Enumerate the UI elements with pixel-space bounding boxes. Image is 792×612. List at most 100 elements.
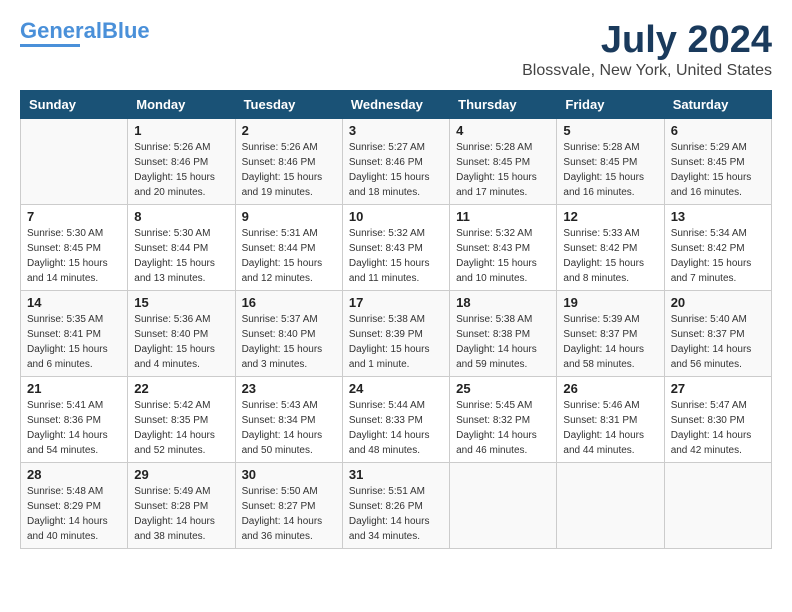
calendar-cell: 2 Sunrise: 5:26 AM Sunset: 8:46 PM Daylig… <box>235 118 342 204</box>
week-row-2: 7 Sunrise: 5:30 AM Sunset: 8:45 PM Daylig… <box>21 204 772 290</box>
day-number: 13 <box>671 209 765 224</box>
day-number: 4 <box>456 123 550 138</box>
header-day-sunday: Sunday <box>21 90 128 118</box>
calendar-cell: 4 Sunrise: 5:28 AM Sunset: 8:45 PM Daylig… <box>450 118 557 204</box>
day-number: 5 <box>563 123 657 138</box>
day-info: Sunrise: 5:34 AM Sunset: 8:42 PM Dayligh… <box>671 226 765 286</box>
calendar-cell: 29 Sunrise: 5:49 AM Sunset: 8:28 PM Dayli… <box>128 462 235 548</box>
calendar-cell: 8 Sunrise: 5:30 AM Sunset: 8:44 PM Daylig… <box>128 204 235 290</box>
calendar-cell <box>557 462 664 548</box>
day-number: 26 <box>563 381 657 396</box>
day-number: 8 <box>134 209 228 224</box>
header-day-wednesday: Wednesday <box>342 90 449 118</box>
day-number: 2 <box>242 123 336 138</box>
day-info: Sunrise: 5:48 AM Sunset: 8:29 PM Dayligh… <box>27 484 121 544</box>
day-info: Sunrise: 5:46 AM Sunset: 8:31 PM Dayligh… <box>563 398 657 458</box>
calendar-cell: 9 Sunrise: 5:31 AM Sunset: 8:44 PM Daylig… <box>235 204 342 290</box>
day-number: 20 <box>671 295 765 310</box>
week-row-3: 14 Sunrise: 5:35 AM Sunset: 8:41 PM Dayli… <box>21 290 772 376</box>
week-row-1: 1Sunrise: 5:26 AM Sunset: 8:46 PM Daylig… <box>21 118 772 204</box>
location-title: Blossvale, New York, United States <box>522 62 772 80</box>
day-info: Sunrise: 5:47 AM Sunset: 8:30 PM Dayligh… <box>671 398 765 458</box>
day-info: Sunrise: 5:30 AM Sunset: 8:44 PM Dayligh… <box>134 226 228 286</box>
day-info: Sunrise: 5:36 AM Sunset: 8:40 PM Dayligh… <box>134 312 228 372</box>
calendar-cell: 24 Sunrise: 5:44 AM Sunset: 8:33 PM Dayli… <box>342 376 449 462</box>
day-info: Sunrise: 5:45 AM Sunset: 8:32 PM Dayligh… <box>456 398 550 458</box>
day-number: 17 <box>349 295 443 310</box>
month-title: July 2024 <box>522 20 772 62</box>
day-info: Sunrise: 5:28 AM Sunset: 8:45 PM Dayligh… <box>563 140 657 200</box>
day-info: Sunrise: 5:32 AM Sunset: 8:43 PM Dayligh… <box>349 226 443 286</box>
calendar-cell: 30Sunrise: 5:50 AM Sunset: 8:27 PM Dayli… <box>235 462 342 548</box>
calendar-cell: 11Sunrise: 5:32 AM Sunset: 8:43 PM Dayli… <box>450 204 557 290</box>
day-number: 11 <box>456 209 550 224</box>
day-number: 6 <box>671 123 765 138</box>
day-info: Sunrise: 5:33 AM Sunset: 8:42 PM Dayligh… <box>563 226 657 286</box>
calendar-cell: 31Sunrise: 5:51 AM Sunset: 8:26 PM Dayli… <box>342 462 449 548</box>
day-number: 18 <box>456 295 550 310</box>
day-info: Sunrise: 5:39 AM Sunset: 8:37 PM Dayligh… <box>563 312 657 372</box>
day-number: 14 <box>27 295 121 310</box>
header-day-thursday: Thursday <box>450 90 557 118</box>
calendar-cell <box>450 462 557 548</box>
calendar-cell: 27 Sunrise: 5:47 AM Sunset: 8:30 PM Dayli… <box>664 376 771 462</box>
day-info: Sunrise: 5:28 AM Sunset: 8:45 PM Dayligh… <box>456 140 550 200</box>
day-info: Sunrise: 5:42 AM Sunset: 8:35 PM Dayligh… <box>134 398 228 458</box>
day-number: 3 <box>349 123 443 138</box>
calendar-cell: 17 Sunrise: 5:38 AM Sunset: 8:39 PM Dayli… <box>342 290 449 376</box>
day-info: Sunrise: 5:38 AM Sunset: 8:39 PM Dayligh… <box>349 312 443 372</box>
day-info: Sunrise: 5:44 AM Sunset: 8:33 PM Dayligh… <box>349 398 443 458</box>
day-number: 12 <box>563 209 657 224</box>
day-info: Sunrise: 5:27 AM Sunset: 8:46 PM Dayligh… <box>349 140 443 200</box>
day-number: 7 <box>27 209 121 224</box>
day-number: 10 <box>349 209 443 224</box>
day-info: Sunrise: 5:43 AM Sunset: 8:34 PM Dayligh… <box>242 398 336 458</box>
day-number: 24 <box>349 381 443 396</box>
calendar-cell: 15 Sunrise: 5:36 AM Sunset: 8:40 PM Dayli… <box>128 290 235 376</box>
day-number: 16 <box>242 295 336 310</box>
day-info: Sunrise: 5:40 AM Sunset: 8:37 PM Dayligh… <box>671 312 765 372</box>
page-header: GeneralBlue July 2024 Blossvale, New Yor… <box>20 20 772 80</box>
header-day-saturday: Saturday <box>664 90 771 118</box>
title-area: July 2024 Blossvale, New York, United St… <box>522 20 772 80</box>
day-number: 27 <box>671 381 765 396</box>
header-day-monday: Monday <box>128 90 235 118</box>
day-info: Sunrise: 5:30 AM Sunset: 8:45 PM Dayligh… <box>27 226 121 286</box>
day-number: 28 <box>27 467 121 482</box>
day-info: Sunrise: 5:49 AM Sunset: 8:28 PM Dayligh… <box>134 484 228 544</box>
day-info: Sunrise: 5:38 AM Sunset: 8:38 PM Dayligh… <box>456 312 550 372</box>
calendar-cell: 21 Sunrise: 5:41 AM Sunset: 8:36 PM Dayli… <box>21 376 128 462</box>
calendar-cell: 28 Sunrise: 5:48 AM Sunset: 8:29 PM Dayli… <box>21 462 128 548</box>
calendar-cell: 22Sunrise: 5:42 AM Sunset: 8:35 PM Dayli… <box>128 376 235 462</box>
day-info: Sunrise: 5:35 AM Sunset: 8:41 PM Dayligh… <box>27 312 121 372</box>
calendar-cell: 19 Sunrise: 5:39 AM Sunset: 8:37 PM Dayli… <box>557 290 664 376</box>
calendar-cell: 16 Sunrise: 5:37 AM Sunset: 8:40 PM Dayli… <box>235 290 342 376</box>
calendar-cell: 6 Sunrise: 5:29 AM Sunset: 8:45 PM Daylig… <box>664 118 771 204</box>
header-day-tuesday: Tuesday <box>235 90 342 118</box>
week-row-5: 28 Sunrise: 5:48 AM Sunset: 8:29 PM Dayli… <box>21 462 772 548</box>
logo-underline <box>20 44 80 47</box>
calendar-cell: 12 Sunrise: 5:33 AM Sunset: 8:42 PM Dayli… <box>557 204 664 290</box>
header-row: SundayMondayTuesdayWednesdayThursdayFrid… <box>21 90 772 118</box>
day-info: Sunrise: 5:29 AM Sunset: 8:45 PM Dayligh… <box>671 140 765 200</box>
day-info: Sunrise: 5:41 AM Sunset: 8:36 PM Dayligh… <box>27 398 121 458</box>
day-info: Sunrise: 5:26 AM Sunset: 8:46 PM Dayligh… <box>242 140 336 200</box>
calendar-cell: 7 Sunrise: 5:30 AM Sunset: 8:45 PM Daylig… <box>21 204 128 290</box>
day-number: 15 <box>134 295 228 310</box>
logo-general: General <box>20 18 102 43</box>
calendar-cell: 13 Sunrise: 5:34 AM Sunset: 8:42 PM Dayli… <box>664 204 771 290</box>
calendar-cell: 20 Sunrise: 5:40 AM Sunset: 8:37 PM Dayli… <box>664 290 771 376</box>
calendar-cell: 1Sunrise: 5:26 AM Sunset: 8:46 PM Daylig… <box>128 118 235 204</box>
day-number: 21 <box>27 381 121 396</box>
day-number: 29 <box>134 467 228 482</box>
day-number: 19 <box>563 295 657 310</box>
day-info: Sunrise: 5:31 AM Sunset: 8:44 PM Dayligh… <box>242 226 336 286</box>
logo: GeneralBlue <box>20 20 150 47</box>
calendar-cell: 18 Sunrise: 5:38 AM Sunset: 8:38 PM Dayli… <box>450 290 557 376</box>
calendar-cell: 23Sunrise: 5:43 AM Sunset: 8:34 PM Dayli… <box>235 376 342 462</box>
day-info: Sunrise: 5:51 AM Sunset: 8:26 PM Dayligh… <box>349 484 443 544</box>
day-info: Sunrise: 5:37 AM Sunset: 8:40 PM Dayligh… <box>242 312 336 372</box>
day-number: 9 <box>242 209 336 224</box>
calendar-cell: 25 Sunrise: 5:45 AM Sunset: 8:32 PM Dayli… <box>450 376 557 462</box>
day-number: 25 <box>456 381 550 396</box>
